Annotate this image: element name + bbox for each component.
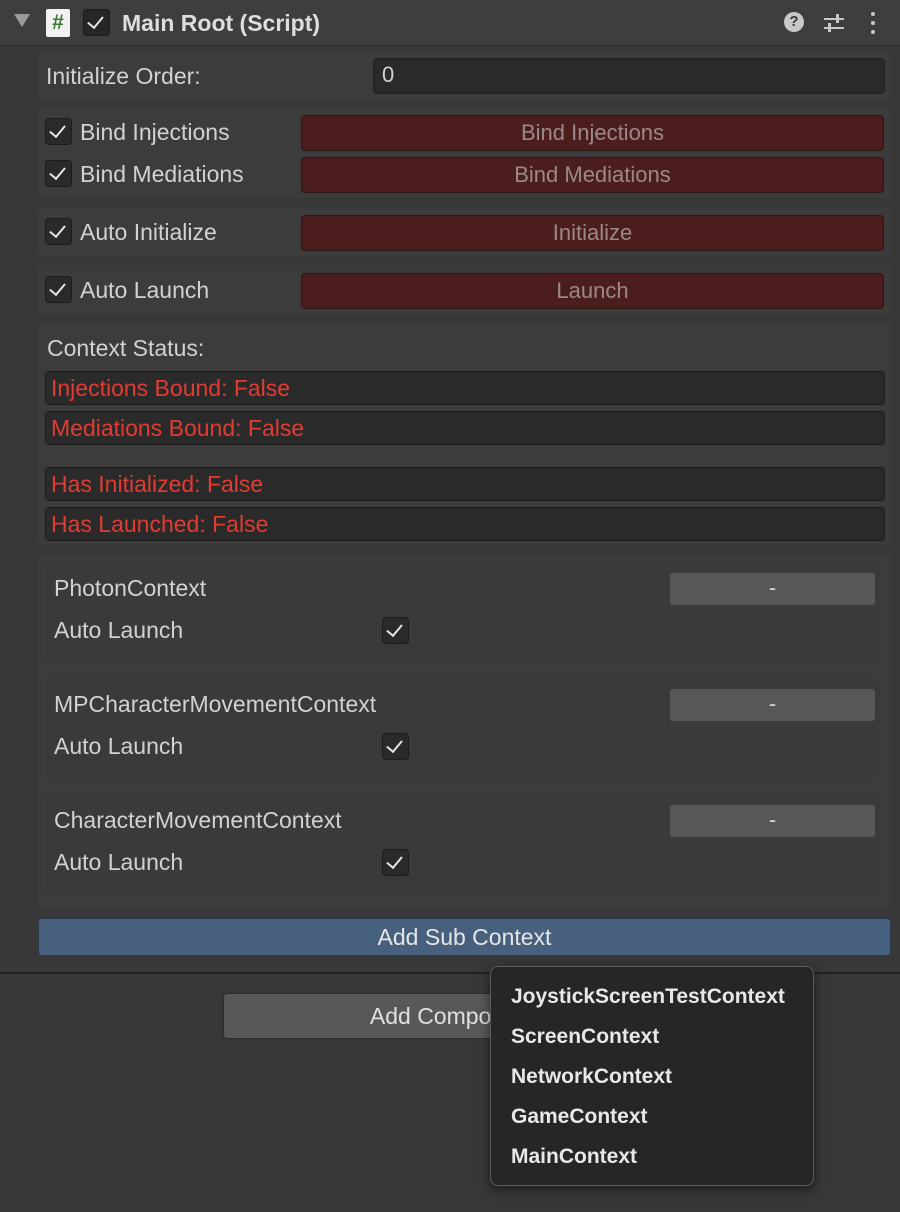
checkmark-icon [49,220,66,239]
add-sub-context-button[interactable]: Add Sub Context [38,918,891,956]
bind-injections-checkbox[interactable] [45,118,72,145]
bind-injections-label: Bind Injections [80,119,230,145]
initialize-button[interactable]: Initialize [301,215,884,251]
initialize-order-label: Initialize Order: [46,63,201,89]
auto-launch-label: Auto Launch [80,277,210,303]
sub-context-auto-launch-label: Auto Launch [54,733,184,759]
remove-sub-context-button[interactable]: - [669,572,876,606]
component-enabled-checkbox[interactable] [83,9,110,36]
help-icon[interactable]: ? [784,12,804,32]
foldout-arrow-icon[interactable] [14,14,30,27]
checkmark-icon [49,278,66,297]
checkmark-icon [87,11,104,30]
sub-context-name: MPCharacterMovementContext [54,691,377,717]
sub-context-auto-launch-label: Auto Launch [54,617,184,643]
sub-context-name: CharacterMovementContext [54,807,342,833]
status-mediations-bound: Mediations Bound: False [45,411,885,445]
context-status-title: Context Status: [47,335,205,361]
checkmark-icon [49,162,66,181]
dropdown-item-network-context[interactable]: NetworkContext [491,1059,813,1099]
checkmark-icon [386,735,403,754]
dropdown-item-main-context[interactable]: MainContext [491,1139,813,1179]
checkmark-icon [386,619,403,638]
preset-sliders-icon[interactable] [822,11,846,35]
sub-context-auto-launch-checkbox[interactable] [382,617,409,644]
initialize-order-field[interactable]: 0 [373,58,885,94]
script-icon: # [46,9,70,37]
remove-sub-context-button[interactable]: - [669,804,876,838]
auto-launch-checkbox[interactable] [45,276,72,303]
status-injections-bound: Injections Bound: False [45,371,885,405]
auto-initialize-checkbox[interactable] [45,218,72,245]
component-title: Main Root (Script) [122,10,321,36]
sub-context-dropdown-menu: JoystickScreenTestContext ScreenContext … [490,966,814,1186]
bind-mediations-button[interactable]: Bind Mediations [301,157,884,193]
bind-injections-button[interactable]: Bind Injections [301,115,884,151]
dropdown-item-game-context[interactable]: GameContext [491,1099,813,1139]
launch-button[interactable]: Launch [301,273,884,309]
sub-context-auto-launch-label: Auto Launch [54,849,184,875]
status-has-initialized: Has Initialized: False [45,467,885,501]
sub-context-name: PhotonContext [54,575,207,601]
status-has-launched: Has Launched: False [45,507,885,541]
bind-mediations-label: Bind Mediations [80,161,244,187]
component-header: # Main Root (Script) ? [0,0,900,46]
initialize-order-row: Initialize Order: 0 [38,52,891,100]
remove-sub-context-button[interactable]: - [669,688,876,722]
dropdown-item-joystick-screen-test-context[interactable]: JoystickScreenTestContext [491,979,813,1019]
bind-mediations-checkbox[interactable] [45,160,72,187]
checkmark-icon [49,120,66,139]
dropdown-item-screen-context[interactable]: ScreenContext [491,1019,813,1059]
checkmark-icon [386,851,403,870]
kebab-menu-icon[interactable] [867,11,879,35]
auto-initialize-label: Auto Initialize [80,219,217,245]
sub-context-auto-launch-checkbox[interactable] [382,733,409,760]
sub-context-auto-launch-checkbox[interactable] [382,849,409,876]
